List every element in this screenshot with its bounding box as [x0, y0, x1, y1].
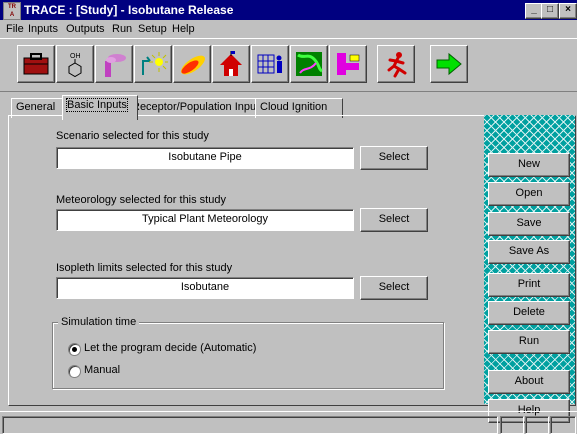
tab-basic-inputs-label: Basic Inputs: [66, 98, 128, 112]
status-cell-1: [500, 416, 524, 434]
save-as-button[interactable]: Save As: [488, 240, 570, 264]
menu-outputs[interactable]: Outputs: [66, 23, 105, 35]
menu-inputs[interactable]: Inputs: [28, 23, 58, 35]
radio-automatic-label[interactable]: Let the program decide (Automatic): [84, 342, 256, 354]
menu-run[interactable]: Run: [112, 23, 132, 35]
simulation-time-group: [52, 322, 444, 389]
scenario-select-button[interactable]: Select: [360, 146, 428, 170]
running-person-icon: [387, 52, 407, 78]
radio-manual-label[interactable]: Manual: [84, 364, 120, 376]
chemical-ring-icon: OH: [68, 53, 82, 78]
open-button[interactable]: Open: [488, 182, 570, 206]
toolbar-receptor-button[interactable]: [212, 45, 250, 83]
map-icon: [296, 52, 323, 76]
about-button[interactable]: About: [488, 370, 570, 394]
new-button[interactable]: New: [488, 153, 570, 177]
status-main: [2, 416, 498, 434]
status-bar: [0, 411, 577, 434]
close-button[interactable]: ×: [559, 3, 577, 19]
green-arrow-icon: [436, 52, 462, 76]
toolbar-release-button[interactable]: [134, 45, 172, 83]
house-icon: [220, 51, 242, 76]
window-title: TRACE : [Study] - Isobutane Release: [24, 3, 234, 17]
print-button[interactable]: Print: [488, 273, 570, 297]
delete-button[interactable]: Delete: [488, 301, 570, 325]
menu-bar: File Inputs Outputs Run Setup Help: [0, 20, 577, 38]
blocks-icon: [337, 53, 360, 75]
sun-leak-icon: [142, 52, 168, 75]
scenario-label: Scenario selected for this study: [56, 130, 209, 142]
meteorology-select-button[interactable]: Select: [360, 208, 428, 232]
meteorology-label: Meteorology selected for this study: [56, 194, 226, 206]
scenario-field[interactable]: Isobutane Pipe: [56, 147, 354, 169]
grid-person-icon: [257, 54, 282, 74]
status-cell-2: [525, 416, 549, 434]
plume-icon: [181, 55, 205, 75]
simulation-time-legend: Simulation time: [58, 316, 140, 328]
radio-automatic[interactable]: [68, 343, 81, 356]
toolbar-chemical-button[interactable]: OH: [56, 45, 94, 83]
toolbar-map-button[interactable]: [290, 45, 328, 83]
toolbar-source-button[interactable]: [95, 45, 133, 83]
save-button[interactable]: Save: [488, 212, 570, 236]
menu-setup[interactable]: Setup: [138, 23, 167, 35]
app-icon[interactable]: TR A: [3, 2, 21, 20]
isopleth-label: Isopleth limits selected for this study: [56, 262, 233, 274]
isopleth-field[interactable]: Isobutane: [56, 277, 354, 299]
menu-file[interactable]: File: [6, 23, 24, 35]
toolbar-study-button[interactable]: [17, 45, 55, 83]
toolbar: OH: [0, 38, 577, 92]
toolbar-layout-button[interactable]: [329, 45, 367, 83]
isopleth-select-button[interactable]: Select: [360, 276, 428, 300]
chemical-oh-text: OH: [70, 53, 81, 60]
maximize-button[interactable]: □: [541, 3, 559, 19]
toolbar-plume-button[interactable]: [173, 45, 211, 83]
menu-help[interactable]: Help: [172, 23, 195, 35]
toolbar-run-button[interactable]: [377, 45, 415, 83]
briefcase-icon: [23, 53, 49, 75]
meteorology-field[interactable]: Typical Plant Meteorology: [56, 209, 354, 231]
chimney-icon: [105, 54, 126, 77]
status-cell-3: [550, 416, 576, 434]
toolbar-population-button[interactable]: [251, 45, 289, 83]
title-bar[interactable]: TR A TRACE : [Study] - Isobutane Release …: [0, 0, 577, 20]
run-button[interactable]: Run: [488, 330, 570, 354]
tab-basic-inputs[interactable]: Basic Inputs: [62, 95, 138, 120]
toolbar-next-button[interactable]: [430, 45, 468, 83]
radio-manual[interactable]: [68, 365, 81, 378]
